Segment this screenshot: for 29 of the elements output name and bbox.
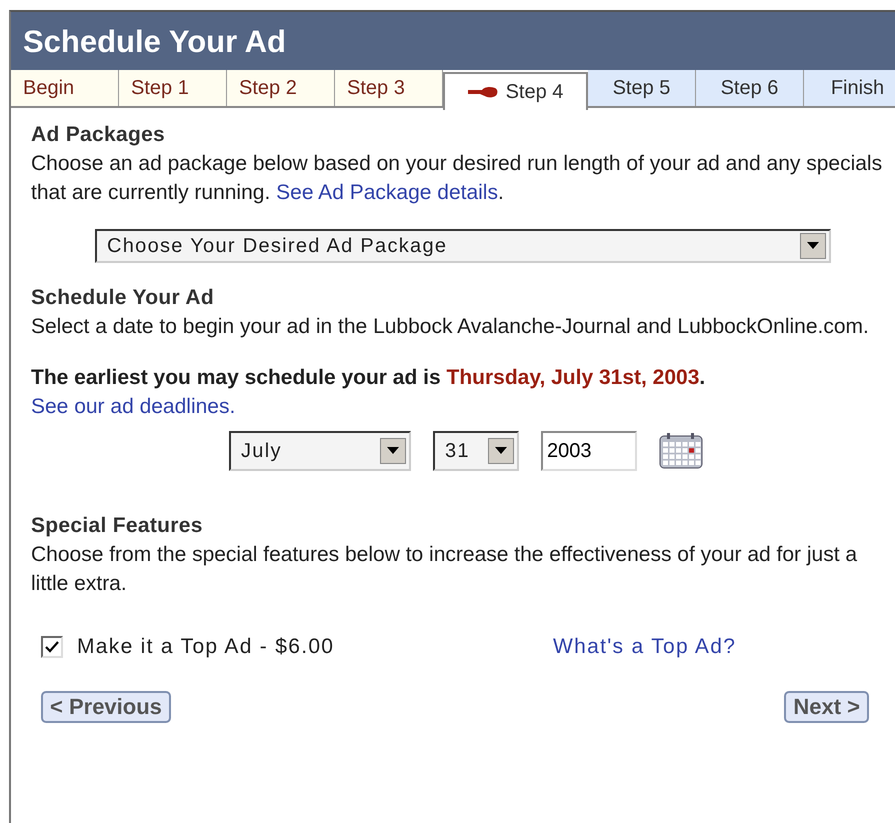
section-description: Select a date to begin your ad in the Lubbock Avalanche-Journal and LubbockOnline.com.: [31, 314, 870, 340]
top-ad-info-link[interactable]: What's a Top Ad?: [553, 632, 736, 661]
step-tab[interactable]: Step 6: [696, 70, 804, 106]
step-tab[interactable]: Begin: [11, 70, 119, 106]
section-description: Choose from the special features below to increase the effectiveness of your ad for just a little extra.: [31, 542, 858, 597]
checkbox[interactable]: [41, 636, 63, 658]
next-button[interactable]: Next >: [784, 691, 869, 723]
calendar-icon[interactable]: [659, 433, 703, 469]
earliest-date-notice: The earliest you may schedule your ad is Thursday, July 31st, 2003.: [31, 365, 706, 391]
day-dropdown[interactable]: 31: [433, 431, 519, 471]
step-tab[interactable]: Step 1: [119, 70, 227, 106]
step-tab[interactable]: Step 4: [443, 72, 588, 110]
step-tab[interactable]: Finish: [804, 70, 895, 106]
checkbox-label: Make it a Top Ad - $6.00: [77, 634, 336, 660]
section-description: Choose an ad package below based on your desired run length of your ad and any specials that are currently running. See Ad Package details.: [31, 151, 884, 206]
previous-button[interactable]: < Previous: [41, 691, 171, 723]
package-dropdown[interactable]: Choose Your Desired Ad Package: [95, 229, 831, 263]
section-heading: Schedule Your Ad: [31, 285, 215, 311]
year-field[interactable]: 2003: [541, 431, 637, 471]
step-tab[interactable]: Step 5: [588, 70, 696, 106]
section-heading: Ad Packages: [31, 122, 166, 148]
section-heading: Special Features: [31, 513, 204, 539]
window-title: Schedule Your Ad: [11, 12, 895, 70]
deadlines-link[interactable]: See our ad deadlines.: [31, 395, 236, 418]
package-details-link[interactable]: See Ad Package details: [276, 181, 498, 204]
checkmark-icon: [45, 640, 59, 652]
month-dropdown[interactable]: July: [229, 431, 411, 471]
step-tab[interactable]: Step 3: [335, 70, 443, 106]
step-tab[interactable]: Step 2: [227, 70, 335, 106]
